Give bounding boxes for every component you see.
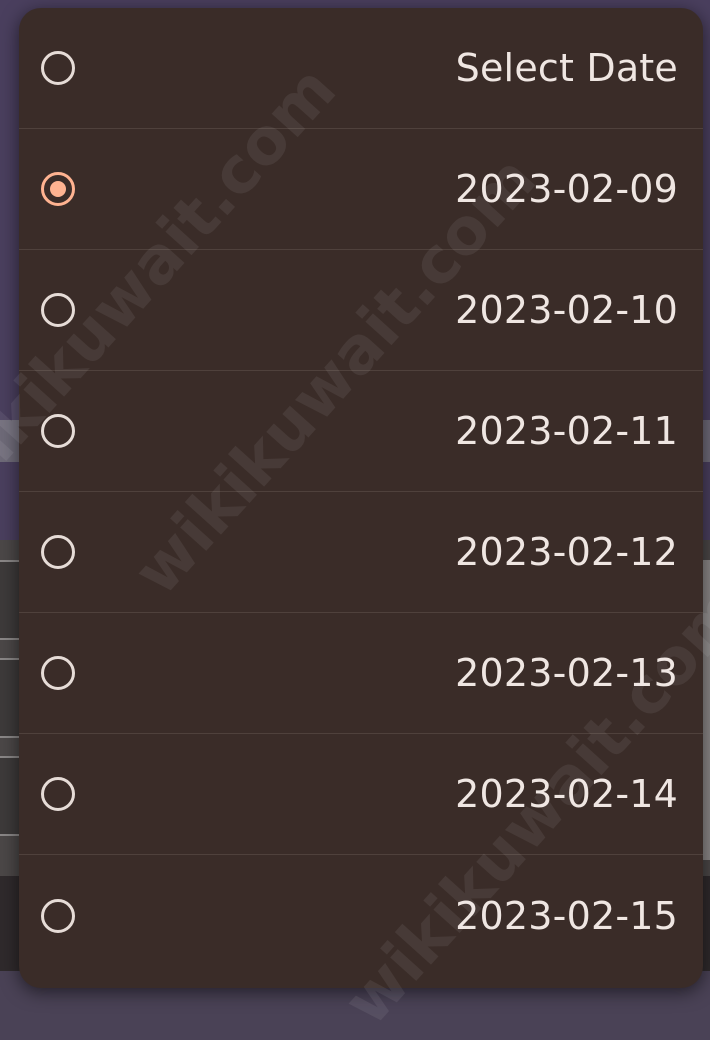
- option-label: 2023-02-12: [455, 530, 678, 574]
- option-date[interactable]: 2023-02-14: [19, 734, 703, 855]
- option-date[interactable]: 2023-02-09: [19, 129, 703, 250]
- radio-button-icon[interactable]: [41, 656, 75, 690]
- option-label: 2023-02-15: [455, 893, 678, 938]
- option-date[interactable]: 2023-02-11: [19, 371, 703, 492]
- option-label: 2023-02-13: [455, 651, 678, 695]
- option-date[interactable]: 2023-02-10: [19, 250, 703, 371]
- option-label: Select Date: [455, 46, 678, 90]
- radio-button-icon[interactable]: [41, 51, 75, 85]
- radio-button-icon[interactable]: [41, 898, 75, 933]
- option-label: 2023-02-09: [455, 167, 678, 211]
- radio-button-icon[interactable]: [41, 535, 75, 569]
- option-date[interactable]: 2023-02-12: [19, 492, 703, 613]
- radio-button-icon[interactable]: [41, 414, 75, 448]
- option-label: 2023-02-14: [455, 772, 678, 816]
- date-select-dropdown: Select Date 2023-02-09 2023-02-10 2023-0…: [19, 8, 703, 988]
- option-label: 2023-02-11: [455, 409, 678, 453]
- option-select-date[interactable]: Select Date: [19, 8, 703, 129]
- option-date[interactable]: 2023-02-15: [19, 855, 703, 976]
- option-date[interactable]: 2023-02-13: [19, 613, 703, 734]
- option-label: 2023-02-10: [455, 288, 678, 332]
- radio-button-selected-icon[interactable]: [41, 172, 75, 206]
- radio-button-icon[interactable]: [41, 293, 75, 327]
- radio-button-icon[interactable]: [41, 777, 75, 811]
